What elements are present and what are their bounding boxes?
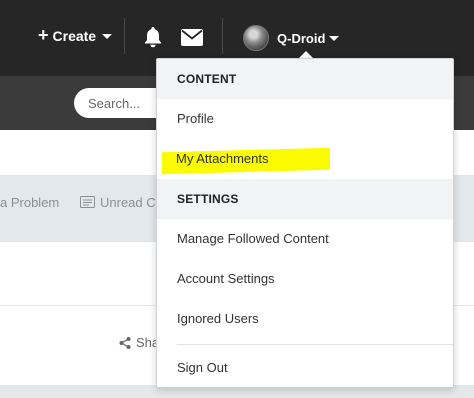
nav-divider (222, 18, 223, 54)
user-name: Q-Droid (277, 31, 326, 46)
caret-down-icon (102, 33, 113, 39)
create-menu-button[interactable]: + Create (38, 25, 113, 45)
unread-content-link[interactable]: Unread Co (100, 195, 163, 210)
menu-divider (177, 344, 453, 345)
section-header-settings: SETTINGS (157, 179, 453, 219)
unread-content-icon (80, 195, 95, 213)
menu-item-profile[interactable]: Profile (157, 99, 453, 139)
user-dropdown-menu: CONTENT Profile SETTINGS Manage Followed… (156, 58, 454, 388)
user-menu-button[interactable]: Q-Droid (277, 31, 340, 46)
plus-icon: + (38, 25, 49, 45)
caret-down-icon (329, 36, 340, 41)
share-icon[interactable] (119, 336, 131, 354)
user-avatar[interactable] (243, 25, 269, 51)
section-header-content: CONTENT (157, 59, 453, 99)
menu-item-ignored-users[interactable]: Ignored Users (157, 299, 453, 339)
create-label: Create (52, 28, 97, 44)
menu-item-my-attachments-label[interactable]: My Attachments (176, 151, 268, 166)
notifications-bell-icon[interactable] (143, 26, 163, 53)
menu-item-manage-followed-content[interactable]: Manage Followed Content (157, 219, 453, 259)
report-problem-link[interactable]: a Problem (0, 195, 59, 210)
messages-envelope-icon[interactable] (181, 29, 203, 51)
nav-divider (124, 18, 125, 54)
menu-item-sign-out[interactable]: Sign Out (157, 348, 453, 388)
menu-item-account-settings[interactable]: Account Settings (157, 259, 453, 299)
